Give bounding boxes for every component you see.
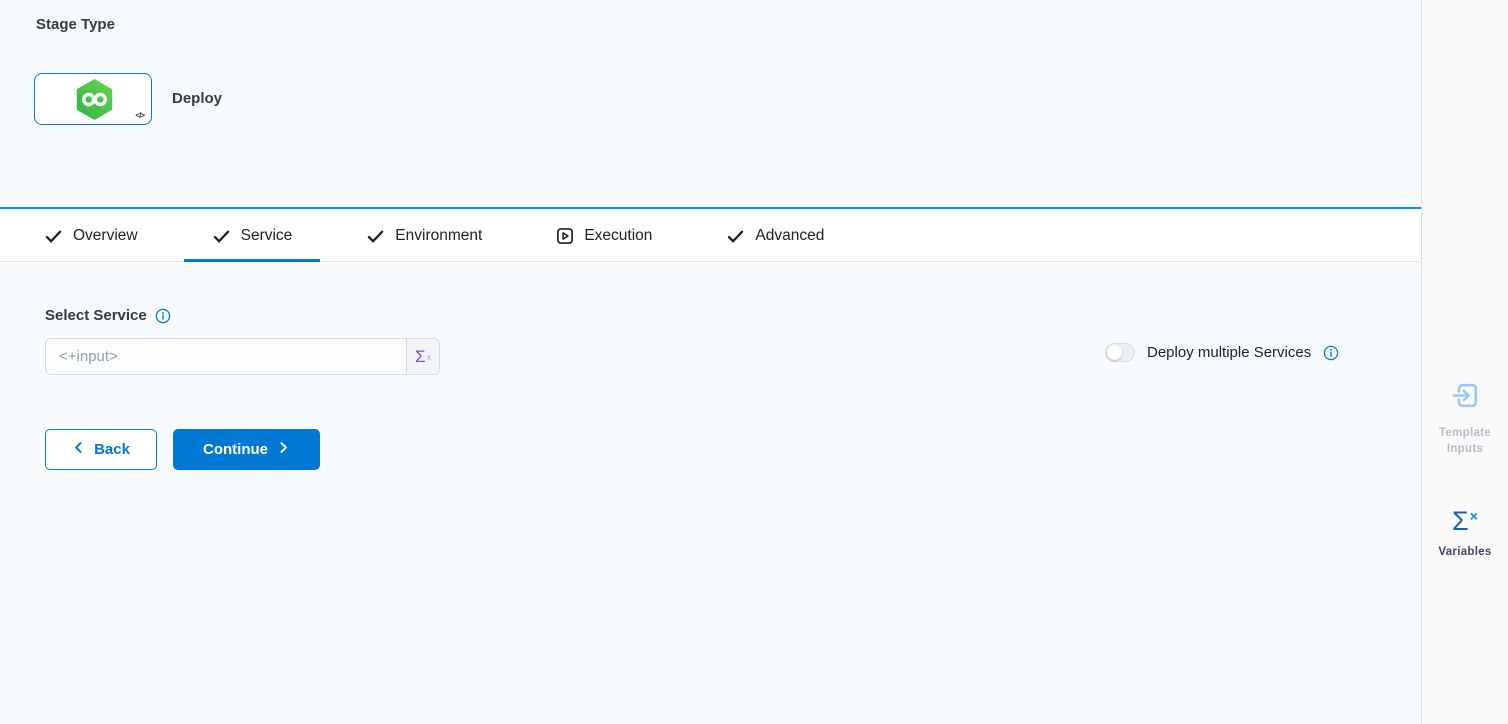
check-icon <box>366 227 385 246</box>
toggle-knob <box>1107 345 1122 360</box>
select-service-field: Σx <box>45 338 440 375</box>
deploy-multiple-row: Deploy multiple Services <box>1105 343 1339 362</box>
back-button[interactable]: Back <box>45 429 157 470</box>
stage-config-panel: Stage Type </> Deploy <box>0 0 1421 724</box>
chevron-left-icon <box>72 441 85 458</box>
deploy-stage-card[interactable]: </> <box>34 73 152 125</box>
stage-type-title: Stage Type <box>36 16 115 33</box>
info-icon[interactable] <box>155 308 171 324</box>
template-inputs-label: Template Inputs <box>1434 426 1496 457</box>
chevron-right-icon <box>277 441 290 458</box>
template-inputs-icon <box>1450 398 1481 415</box>
deploy-stage-icon <box>76 79 113 125</box>
variables-button[interactable]: Σ× Variables <box>1422 508 1508 561</box>
tab-overview[interactable]: Overview <box>16 211 166 261</box>
info-icon[interactable] <box>1323 345 1339 361</box>
tab-environment[interactable]: Environment <box>338 211 510 261</box>
tab-service[interactable]: Service <box>184 211 321 261</box>
wizard-navigation: Back Continue <box>45 429 320 470</box>
template-inputs-button[interactable]: Template Inputs <box>1422 380 1508 457</box>
tab-advanced[interactable]: Advanced <box>698 211 852 261</box>
right-rail: Template Inputs Σ× Variables <box>1421 0 1508 724</box>
service-tab-content: Select Service Σx Deploy multiple Servic… <box>0 263 1421 724</box>
sigma-superscript: x <box>427 352 432 362</box>
tab-execution[interactable]: Execution <box>528 211 680 261</box>
deploy-multiple-toggle[interactable] <box>1105 343 1135 362</box>
runtime-input-sigma-button[interactable]: Σx <box>406 339 439 374</box>
stage-type-name: Deploy <box>172 90 222 107</box>
stage-type-section: Stage Type </> Deploy <box>0 0 1421 209</box>
check-icon <box>726 227 745 246</box>
stage-tabs: Overview Service Environment Execution <box>0 211 1421 262</box>
select-service-label: Select Service <box>45 307 147 324</box>
variables-sigma-icon: Σ× <box>1452 506 1478 536</box>
sigma-icon: Σ <box>415 347 426 367</box>
variables-label: Variables <box>1434 545 1496 561</box>
check-icon <box>44 227 63 246</box>
check-icon <box>212 227 231 246</box>
deploy-multiple-label: Deploy multiple Services <box>1147 344 1311 361</box>
code-glyph: </> <box>135 111 144 120</box>
select-service-input[interactable] <box>46 339 406 374</box>
play-box-icon <box>556 227 574 245</box>
continue-button[interactable]: Continue <box>173 429 320 470</box>
